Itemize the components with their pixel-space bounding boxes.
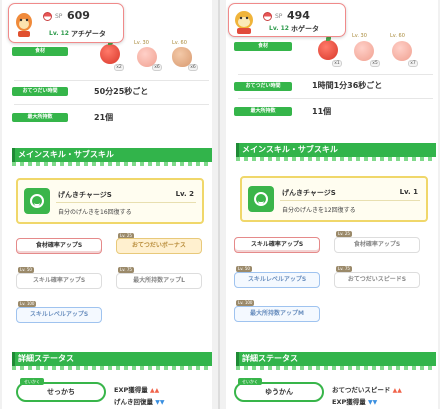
pokemon-name: アチゲータ xyxy=(71,30,106,38)
stat-down-arrow-icon: ▼▼ xyxy=(367,399,378,406)
pokemon-sprite-icon xyxy=(16,13,32,37)
pokemon-header-card[interactable]: SP 494 Lv. 12 ホゲータ xyxy=(228,3,346,37)
sp-label: SP xyxy=(275,13,283,20)
stat-name: げんき回復量 xyxy=(114,398,153,406)
subskill-button[interactable]: 食材確率アップS xyxy=(334,237,420,253)
stat-down-arrow-icon: ▼▼ xyxy=(155,399,165,406)
help-time-value: 50分25秒ごと xyxy=(94,87,149,96)
row-divider xyxy=(14,80,209,81)
main-skill-name: げんきチャージS xyxy=(282,189,336,197)
skill-section-heading: メインスキル・サブスキル xyxy=(12,148,212,162)
main-skill-card[interactable]: げんきチャージS Lv. 2 自分のげんきを16回復する xyxy=(16,178,204,224)
pokemon-panel-left: SP 609 Lv. 12 アチゲータ 食材 x2 Lv. 30 x6 Lv. … xyxy=(2,0,212,409)
section-stripe xyxy=(236,157,436,161)
ingredient-qty: x5 xyxy=(370,60,380,67)
subskill-button[interactable]: おてつだいボーナス xyxy=(116,238,202,254)
ingredient-unlock-level: Lv. 60 xyxy=(172,40,187,46)
sp-value: 609 xyxy=(67,9,90,22)
stat-label: げんき回復量 ▼▼ xyxy=(114,396,165,406)
level-badge: Lv. 12 xyxy=(49,30,69,37)
sp-value: 494 xyxy=(287,9,310,22)
help-time-label: おてつだい時間 xyxy=(234,82,292,91)
section-stripe xyxy=(12,162,212,166)
max-items-label: 最大所持数 xyxy=(234,107,292,116)
ingredient-unlock-level: Lv. 30 xyxy=(134,40,149,46)
pokemon-header-card[interactable]: SP 609 Lv. 12 アチゲータ xyxy=(8,3,124,43)
main-skill-card[interactable]: げんきチャージS Lv. 1 自分のげんきを12回復する xyxy=(240,176,428,222)
peach-ingredient-icon xyxy=(392,41,412,61)
main-skill-level: Lv. 2 xyxy=(175,190,194,198)
max-items-label: 最大所持数 xyxy=(12,113,68,122)
row-divider xyxy=(14,104,209,105)
level-badge: Lv. 12 xyxy=(269,25,289,32)
pokemon-name: ホゲータ xyxy=(291,25,319,33)
section-stripe xyxy=(236,366,436,370)
pokemon-panel-right: SP 494 Lv. 12 ホゲータ 食材 x1 Lv. 30 x5 Lv. 6… xyxy=(226,0,438,409)
apple-ingredient-icon xyxy=(318,36,338,60)
ingredient-qty: x7 xyxy=(408,60,418,67)
stat-label: EXP獲得量 ▲▲ xyxy=(114,384,159,394)
sp-label: SP xyxy=(55,13,63,20)
pokeball-icon xyxy=(263,12,272,21)
stat-label: EXP獲得量 ▼▼ xyxy=(332,396,377,406)
detail-section-heading: 詳細ステータス xyxy=(236,352,436,366)
row-divider xyxy=(238,74,433,75)
ingredient-unlock-level: Lv. 30 xyxy=(352,33,367,39)
stat-name: EXP獲得量 xyxy=(114,386,148,394)
subskill-button[interactable]: スキル確率アップS xyxy=(234,237,320,253)
subskill-button[interactable]: スキル確率アップS xyxy=(16,273,102,289)
ingredient-qty: x1 xyxy=(332,60,342,67)
section-stripe xyxy=(12,366,212,370)
stat-name: おてつだいスピード xyxy=(332,386,391,394)
main-skill-level: Lv. 1 xyxy=(399,188,418,196)
subskill-button[interactable]: スキルレベルアップS xyxy=(16,307,102,323)
panel-divider xyxy=(218,0,220,409)
stat-up-arrow-icon: ▲▲ xyxy=(149,387,160,394)
main-skill-name: げんきチャージS xyxy=(58,191,112,199)
stat-up-arrow-icon: ▲▲ xyxy=(392,387,402,394)
max-items-value: 21個 xyxy=(94,113,114,122)
smile-icon xyxy=(248,186,274,212)
ingredient-qty: x6 xyxy=(188,64,198,71)
detail-section-heading: 詳細ステータス xyxy=(12,352,212,366)
help-time-label: おてつだい時間 xyxy=(12,87,68,96)
nature-tag: せいかく xyxy=(20,378,44,385)
stat-name: EXP獲得量 xyxy=(332,398,366,406)
apple-ingredient-icon xyxy=(100,40,120,64)
row-divider xyxy=(238,98,433,99)
smile-icon xyxy=(24,188,50,214)
ingredient-qty: x2 xyxy=(114,64,124,71)
subskill-button[interactable]: 食材確率アップS xyxy=(16,238,102,254)
stat-label: おてつだいスピード ▲▲ xyxy=(332,384,402,394)
main-skill-desc: 自分のげんきを16回復する xyxy=(58,209,132,216)
nature-button[interactable]: ゆうかん xyxy=(234,382,324,402)
subskill-button[interactable]: おてつだいスピードS xyxy=(334,272,420,288)
subskill-button[interactable]: 最大所持数アップL xyxy=(116,273,202,289)
nature-button[interactable]: せっかち xyxy=(16,382,106,402)
nature-tag: せいかく xyxy=(238,378,262,385)
ingredient-unlock-level: Lv. 60 xyxy=(390,33,405,39)
main-skill-desc: 自分のげんきを12回復する xyxy=(282,207,356,214)
ingredient-qty: x6 xyxy=(152,64,162,71)
peach-ingredient-icon xyxy=(354,41,374,61)
subskill-button[interactable]: 最大所持数アップM xyxy=(234,306,320,322)
skill-divider xyxy=(56,202,196,203)
pokeball-icon xyxy=(43,12,52,21)
subskill-button[interactable]: スキルレベルアップS xyxy=(234,272,320,288)
max-items-value: 11個 xyxy=(312,107,332,116)
help-time-value: 1時間1分36秒ごと xyxy=(312,81,383,90)
ingredients-label: 食材 xyxy=(234,42,292,51)
skill-section-heading: メインスキル・サブスキル xyxy=(236,143,436,157)
skill-divider xyxy=(280,200,420,201)
ingredients-label: 食材 xyxy=(12,47,68,56)
pokemon-sprite-icon xyxy=(235,11,253,34)
